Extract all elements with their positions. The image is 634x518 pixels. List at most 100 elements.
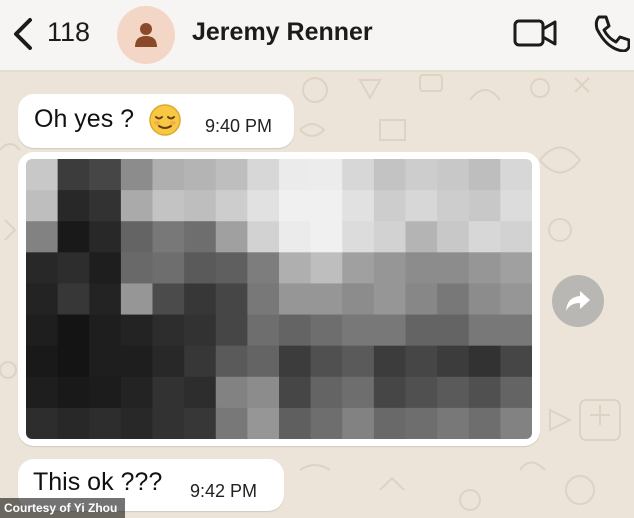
image-pixel-block [279, 345, 312, 378]
image-pixel-block [279, 252, 312, 284]
image-pixel-block [89, 252, 122, 284]
image-pixel-block [468, 190, 501, 222]
image-pixel-block [57, 190, 90, 222]
image-pixel-block [26, 221, 59, 253]
image-pixel-block [184, 252, 217, 284]
image-pixel-block [26, 159, 59, 191]
image-pixel-block [120, 252, 154, 284]
image-pixel-block [152, 407, 185, 439]
image-pixel-block [215, 159, 248, 191]
image-pixel-block [247, 190, 280, 222]
image-pixel-block [310, 190, 343, 222]
avatar[interactable] [117, 6, 175, 64]
image-pixel-block [279, 407, 312, 439]
share-arrow-icon [566, 291, 590, 311]
image-pixel-block [184, 407, 217, 439]
image-pixel-block [468, 376, 501, 409]
voice-call-button[interactable] [590, 12, 631, 53]
image-pixel-block [437, 190, 470, 222]
image-pixel-block [26, 283, 59, 316]
chat-header: 118 Jeremy Renner [0, 0, 634, 72]
image-pixel-block [120, 283, 154, 316]
image-pixel-block [184, 190, 217, 222]
image-pixel-block [373, 221, 407, 253]
image-pixel-block [57, 159, 90, 191]
image-pixel-block [247, 314, 280, 347]
image-pixel-block [215, 407, 248, 439]
image-pixel-block [57, 252, 90, 284]
image-pixel-block [405, 252, 438, 284]
image-pixel-block [279, 376, 312, 409]
image-pixel-block [26, 376, 59, 409]
image-pixel-block [373, 314, 407, 347]
image-pixel-block [89, 376, 122, 409]
image-pixel-block [310, 314, 343, 347]
image-pixel-block [437, 252, 470, 284]
image-pixel-block [247, 283, 280, 316]
image-pixel-block [500, 221, 532, 253]
image-pixel-block [437, 221, 470, 253]
image-pixel-block [437, 345, 470, 378]
image-pixel-block [184, 376, 217, 409]
image-pixel-block [405, 190, 438, 222]
forward-button[interactable] [552, 275, 604, 327]
image-pixel-block [500, 314, 532, 347]
image-pixel-block [120, 376, 154, 409]
image-pixel-block [405, 221, 438, 253]
image-pixel-block [120, 314, 154, 347]
video-camera-icon [513, 19, 557, 47]
image-pixel-block [310, 159, 343, 191]
image-pixel-block [215, 221, 248, 253]
image-message-bubble[interactable] [18, 152, 540, 446]
image-pixel-block [152, 376, 185, 409]
image-pixel-block [342, 221, 375, 253]
image-pixel-block [57, 221, 90, 253]
image-pixel-block [373, 159, 407, 191]
image-pixel-block [89, 159, 122, 191]
image-pixel-block [152, 252, 185, 284]
image-pixel-block [468, 283, 501, 316]
message-bubble[interactable]: Oh yes ? 9:40 PM [18, 94, 294, 148]
image-pixel-block [89, 221, 122, 253]
pixelated-photo[interactable] [26, 159, 532, 439]
image-pixel-block [373, 252, 407, 284]
image-pixel-block [373, 283, 407, 316]
image-pixel-block [120, 221, 154, 253]
image-pixel-block [373, 407, 407, 439]
video-call-button[interactable] [512, 17, 558, 49]
image-pixel-block [279, 159, 312, 191]
image-pixel-block [468, 407, 501, 439]
photo-credit: Courtesy of Yi Zhou [0, 498, 126, 518]
image-pixel-block [342, 314, 375, 347]
back-button[interactable] [8, 14, 38, 54]
image-pixel-block [279, 314, 312, 347]
image-pixel-block [89, 283, 122, 316]
contact-name[interactable]: Jeremy Renner [192, 18, 373, 47]
image-pixel-block [373, 345, 407, 378]
pixelated-image [26, 159, 532, 439]
image-pixel-block [500, 159, 532, 191]
image-pixel-block [247, 345, 280, 378]
image-pixel-block [342, 190, 375, 222]
image-pixel-block [468, 221, 501, 253]
image-pixel-block [152, 159, 185, 191]
image-pixel-block [247, 252, 280, 284]
message-time: 9:40 PM [205, 116, 273, 136]
image-pixel-block [437, 283, 470, 316]
relieved-face-emoji-icon [149, 104, 181, 136]
image-pixel-block [247, 407, 280, 439]
image-pixel-block [152, 190, 185, 222]
image-pixel-block [468, 345, 501, 378]
image-pixel-block [215, 190, 248, 222]
image-pixel-block [184, 221, 217, 253]
image-pixel-block [215, 314, 248, 347]
image-pixel-block [279, 190, 312, 222]
image-pixel-block [89, 190, 122, 222]
image-pixel-block [437, 159, 470, 191]
image-pixel-block [89, 345, 122, 378]
image-pixel-block [500, 283, 532, 316]
image-pixel-block [500, 190, 532, 222]
image-pixel-block [342, 376, 375, 409]
image-pixel-block [57, 283, 90, 316]
unread-count[interactable]: 118 [47, 17, 90, 48]
